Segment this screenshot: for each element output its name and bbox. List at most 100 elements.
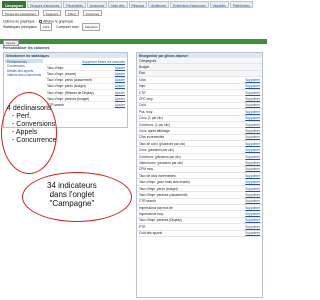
metric-add-link[interactable]: Ajouter <box>115 97 125 101</box>
category-list: Performances Conversions Détails des appel… <box>5 59 43 77</box>
annotation-right-line: "Campagne" <box>49 199 95 209</box>
column-name: Impressions moy. <box>139 212 164 217</box>
remove-column-link[interactable]: Supprimer <box>245 84 260 88</box>
annotation-left-items: - Perf. - Conversions - Appels - Concurrenc… <box>7 113 56 145</box>
column-name: Impr. <box>139 84 147 89</box>
metric-add-link[interactable]: Ajouter <box>115 91 125 95</box>
fixed-column-name: État <box>139 71 145 76</box>
column-name: Clics <box>139 77 146 82</box>
metric-list: Supprimer toutes les colonnes Taux d'imp… <box>45 59 127 109</box>
column-order-panel: Réorganiser par glisser-déposer Campagne… <box>136 52 263 298</box>
stats-select[interactable]: Clics <box>39 23 53 31</box>
remove-column-link[interactable]: Supprimer <box>245 103 260 107</box>
compare-label: Comparer avec <box>56 25 79 29</box>
tab-item[interactable]: Audiences <box>148 1 170 8</box>
metric-add-link[interactable]: Ajouter <box>115 78 125 82</box>
category-item[interactable]: Valeurs des concurrents <box>5 72 43 77</box>
remove-column-link[interactable]: Supprimer <box>245 167 260 171</box>
remove-column-link[interactable]: Supprimer <box>245 206 260 210</box>
column-name: Taux d'impr. perdu (budget) <box>139 186 178 191</box>
action-bar <box>0 39 267 44</box>
tab-item[interactable]: Plateformes <box>229 1 253 8</box>
annotation-left-item: - Conversions <box>12 121 56 129</box>
campaigns-select[interactable]: Toutes les campagnes <box>2 10 39 16</box>
tab-item[interactable]: Mots clés <box>108 1 128 8</box>
column-name: Taux de clics incrémentés <box>139 173 176 178</box>
chart-options-label: Options du graphique Afficher le graphiq… <box>3 20 73 24</box>
metric-name: Taux d'impr. perdues (budget) <box>47 96 90 101</box>
metric-name: Taux d'impr. (exacte) <box>47 71 77 76</box>
remove-column-link[interactable]: Supprimer <box>245 212 260 216</box>
remove-column-link[interactable]: Supprimer <box>245 174 260 178</box>
annotation-left-item: - Perf. <box>12 113 32 121</box>
tab-item[interactable]: Réseaux <box>128 1 148 8</box>
columns-select[interactable]: Colonnes <box>83 10 103 16</box>
tab-bar: Campagnes Groupes d'annonces Paramètres Ann… <box>2 1 265 8</box>
annotation-right-line: 34 indicateurs <box>47 181 97 190</box>
metric-rows: Taux d'impr. Ajouter Taux d'impr. (exacte)… <box>45 65 127 109</box>
annotation-right-line: dans l'onglet <box>49 190 95 200</box>
tab-item[interactable]: Variables <box>209 1 229 8</box>
remove-column-link[interactable]: Supprimer <box>245 129 260 133</box>
remove-column-link[interactable]: Supprimer <box>245 142 260 146</box>
stats-label: Statistiques principales <box>3 25 37 29</box>
column-name: CPC moy. <box>139 97 154 102</box>
tab-item[interactable]: Extensions d'annonces <box>170 1 209 8</box>
column-name: CTR search <box>139 199 157 204</box>
column-name: Pos. moy. <box>139 109 153 114</box>
remove-column-link[interactable]: Supprimer <box>245 161 260 165</box>
remove-column-link[interactable]: Supprimer <box>245 97 260 101</box>
column-name: Taux de conv. (plusieurs par clic) <box>139 141 186 146</box>
remove-column-link[interactable]: Supprimer <box>245 91 260 95</box>
selected-column-row[interactable]: Coût des appels Supprimer <box>137 231 262 237</box>
column-name: Valeur/conv. (plusieurs par clic) <box>139 160 183 165</box>
remove-column-link[interactable]: Supprimer <box>245 180 260 184</box>
tab-item[interactable]: Paramètres <box>63 1 86 8</box>
column-name: Coût <box>139 103 146 108</box>
metric-add-link[interactable]: Ajouter <box>115 72 125 76</box>
period-select[interactable]: Sélection <box>81 23 101 31</box>
metric-name: Taux d'impr. perdu (classement) <box>47 78 93 83</box>
remove-column-link[interactable]: Supprimer <box>245 135 260 139</box>
column-name: Taux d'impr. perdues (Display) <box>139 218 182 223</box>
annotation-left: 4 déclinaisons - Perf. - Conversions - App… <box>7 105 56 145</box>
metric-add-link[interactable]: Ajouter <box>115 66 125 70</box>
remove-column-link[interactable]: Supprimer <box>245 110 260 114</box>
remove-column-link[interactable]: Supprimer <box>245 199 260 203</box>
annotation-left-title: 4 déclinaisons <box>7 105 52 112</box>
segment-select[interactable]: Segment <box>42 10 62 16</box>
remove-column-link[interactable]: Supprimer <box>245 78 260 82</box>
column-name: Taux d'impr. perdues (classement) <box>139 192 188 197</box>
column-name: Coût/conv. (1 par clic) <box>139 122 170 127</box>
remove-column-link[interactable]: Supprimer <box>245 193 260 197</box>
remove-column-link[interactable]: Supprimer <box>245 231 260 235</box>
fixed-column-name: Campagnes <box>139 58 157 63</box>
filter-select[interactable]: Filtrer <box>65 10 80 16</box>
customize-title: Personnaliser les colonnes <box>3 46 50 50</box>
remove-column-link[interactable]: Supprimer <box>245 218 260 222</box>
tab-item[interactable]: Campagnes <box>2 1 27 8</box>
remove-column-link[interactable]: Supprimer <box>245 148 260 152</box>
tab-item[interactable]: Annonces <box>86 1 108 8</box>
remove-column-link[interactable]: Supprimer <box>245 225 260 229</box>
column-name: Conv. après affichage <box>139 128 170 133</box>
metric-add-link[interactable]: Ajouter <box>115 84 125 88</box>
column-name: Taux d'impr. (pour mots clés exacts) <box>139 180 190 185</box>
remove-column-link[interactable]: Supprimer <box>245 187 260 191</box>
remove-column-link[interactable]: Supprimer <box>245 123 260 127</box>
remove-column-link[interactable]: Supprimer <box>245 155 260 159</box>
add-all-link[interactable]: Supprimer toutes les colonnes <box>82 60 125 64</box>
remove-column-link[interactable]: Supprimer <box>245 116 260 120</box>
column-name: Clics incrémentés <box>139 135 165 140</box>
tab-item[interactable]: Groupes d'annonces <box>27 1 63 8</box>
column-name: Conv. (1 par clic) <box>139 116 163 121</box>
fixed-column-name: Budget <box>139 65 150 70</box>
column-name: CTR <box>139 90 146 95</box>
metric-name: Taux d'impr. <box>47 65 64 70</box>
metric-add-link[interactable]: Ajouter <box>115 103 125 107</box>
metric-name: Taux d'impr. (Réseau de Display) <box>47 90 94 95</box>
statistics-panel-header: Sélectionner les statistiques <box>4 53 127 58</box>
toolbar: Toutes les campagnes Segment Filtrer Col… <box>2 10 103 16</box>
annotation-left-item: - Appels <box>12 129 38 137</box>
fixed-columns: Campagnes Budget État <box>137 58 262 78</box>
